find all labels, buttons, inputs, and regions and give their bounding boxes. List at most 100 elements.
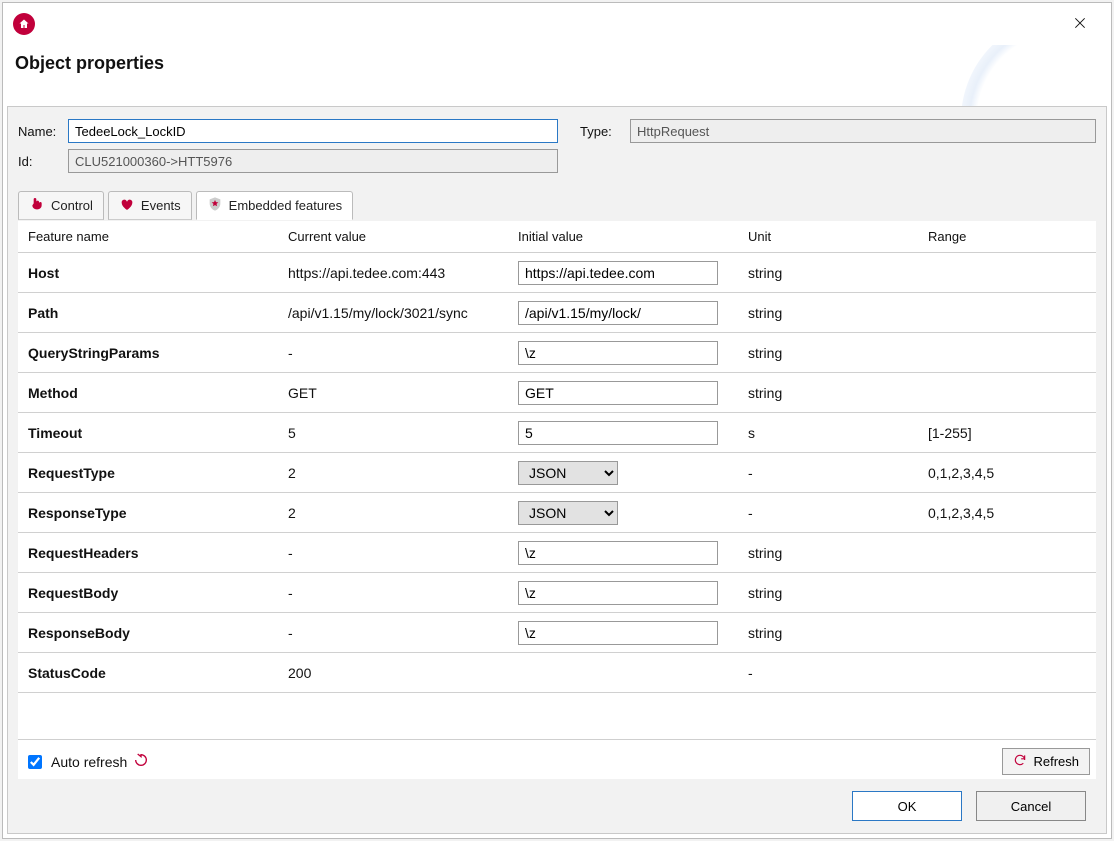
unit-value: string	[738, 293, 918, 333]
feature-name: Host	[18, 253, 278, 293]
hand-icon	[29, 196, 45, 215]
initial-input[interactable]	[518, 581, 718, 605]
initial-value	[508, 293, 738, 333]
initial-input[interactable]	[518, 541, 718, 565]
col-current: Current value	[278, 221, 508, 253]
id-row: Id:	[18, 149, 1096, 173]
current-value: 2	[278, 493, 508, 533]
ok-button[interactable]: OK	[852, 791, 962, 821]
current-value: 2	[278, 453, 508, 493]
range-value	[918, 573, 1096, 613]
current-value: https://api.tedee.com:443	[278, 253, 508, 293]
name-row: Name: Type:	[18, 119, 1096, 143]
unit-value: s	[738, 413, 918, 453]
initial-value	[508, 333, 738, 373]
refresh-icon	[133, 752, 149, 771]
refresh-icon	[1013, 753, 1027, 770]
refresh-button[interactable]: Refresh	[1002, 748, 1090, 775]
unit-value: string	[738, 253, 918, 293]
id-input	[68, 149, 558, 173]
features-grid: Feature name Current value Initial value…	[18, 221, 1096, 693]
initial-value: JSON	[508, 453, 738, 493]
unit-value: -	[738, 493, 918, 533]
tab-embedded-label: Embedded features	[229, 198, 342, 213]
close-button[interactable]	[1059, 8, 1101, 40]
grid-footer: Auto refresh Refresh	[18, 739, 1096, 779]
hearts-icon	[119, 196, 135, 215]
current-value: GET	[278, 373, 508, 413]
id-label: Id:	[18, 154, 60, 169]
col-feature: Feature name	[18, 221, 278, 253]
unit-value: string	[738, 613, 918, 653]
feature-name: Path	[18, 293, 278, 333]
range-value	[918, 533, 1096, 573]
star-shield-icon	[207, 196, 223, 215]
feature-name: Method	[18, 373, 278, 413]
tab-strip: Control Events Embedded features	[18, 191, 1096, 221]
current-value: -	[278, 573, 508, 613]
tab-events[interactable]: Events	[108, 191, 192, 220]
initial-value: JSON	[508, 493, 738, 533]
col-initial: Initial value	[508, 221, 738, 253]
range-value: 0,1,2,3,4,5	[918, 493, 1096, 533]
current-value: -	[278, 533, 508, 573]
feature-name: StatusCode	[18, 653, 278, 693]
cancel-button[interactable]: Cancel	[976, 791, 1086, 821]
home-icon[interactable]	[13, 13, 35, 35]
auto-refresh-group[interactable]: Auto refresh	[24, 752, 149, 772]
initial-value	[508, 373, 738, 413]
tab-control[interactable]: Control	[18, 191, 104, 220]
current-value: 200	[278, 653, 508, 693]
initial-input[interactable]	[518, 621, 718, 645]
initial-input[interactable]	[518, 341, 718, 365]
tab-embedded[interactable]: Embedded features	[196, 191, 353, 220]
header: Object properties	[3, 45, 1111, 106]
auto-refresh-label: Auto refresh	[51, 754, 127, 770]
range-value	[918, 653, 1096, 693]
type-input	[630, 119, 1096, 143]
range-value: 0,1,2,3,4,5	[918, 453, 1096, 493]
current-value: /api/v1.15/my/lock/3021/sync	[278, 293, 508, 333]
tab-events-label: Events	[141, 198, 181, 213]
feature-name: ResponseType	[18, 493, 278, 533]
range-value	[918, 373, 1096, 413]
unit-value: string	[738, 533, 918, 573]
unit-value: string	[738, 373, 918, 413]
col-range: Range	[918, 221, 1096, 253]
dialog-button-row: OK Cancel	[18, 779, 1096, 823]
initial-input[interactable]	[518, 381, 718, 405]
initial-value	[508, 653, 738, 693]
initial-select[interactable]: JSON	[518, 461, 618, 485]
initial-value	[508, 533, 738, 573]
feature-name: RequestHeaders	[18, 533, 278, 573]
col-unit: Unit	[738, 221, 918, 253]
auto-refresh-checkbox[interactable]	[28, 755, 42, 769]
tab-control-label: Control	[51, 198, 93, 213]
initial-input[interactable]	[518, 421, 718, 445]
initial-value	[508, 253, 738, 293]
feature-name: QueryStringParams	[18, 333, 278, 373]
name-input[interactable]	[68, 119, 558, 143]
unit-value: -	[738, 653, 918, 693]
name-label: Name:	[18, 124, 60, 139]
dialog-window: Object properties Name: Type: Id: Contro…	[2, 2, 1112, 839]
feature-name: RequestBody	[18, 573, 278, 613]
range-value	[918, 333, 1096, 373]
current-value: -	[278, 333, 508, 373]
range-value	[918, 293, 1096, 333]
type-label: Type:	[580, 124, 622, 139]
content-area: Name: Type: Id: Control Events	[7, 106, 1107, 834]
title-bar	[3, 3, 1111, 45]
dialog-title: Object properties	[15, 53, 1099, 74]
initial-input[interactable]	[518, 261, 718, 285]
range-value	[918, 613, 1096, 653]
initial-value	[508, 613, 738, 653]
range-value	[918, 253, 1096, 293]
initial-select[interactable]: JSON	[518, 501, 618, 525]
initial-input[interactable]	[518, 301, 718, 325]
range-value: [1-255]	[918, 413, 1096, 453]
feature-name: RequestType	[18, 453, 278, 493]
unit-value: string	[738, 333, 918, 373]
current-value: 5	[278, 413, 508, 453]
feature-name: ResponseBody	[18, 613, 278, 653]
